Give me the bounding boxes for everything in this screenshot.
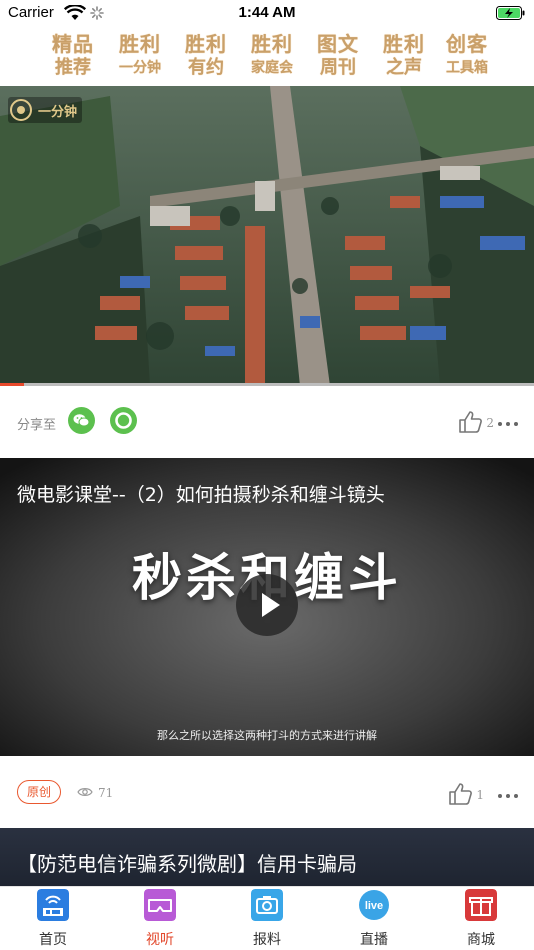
like-count: 1 <box>476 788 484 802</box>
like-icon[interactable] <box>448 782 474 806</box>
wechat-icon <box>73 414 90 427</box>
wechat-share-button[interactable] <box>68 407 95 434</box>
category-weekly[interactable]: 图文 周刊 <box>307 32 369 84</box>
play-icon <box>262 593 280 617</box>
category-featured[interactable]: 精品 推荐 <box>42 32 104 84</box>
like-icon[interactable] <box>458 410 484 434</box>
category-voice[interactable]: 胜利 之声 <box>373 32 435 84</box>
share-label: 分享至 <box>17 418 57 433</box>
tab-report[interactable]: 报料 <box>214 887 320 950</box>
tab-home[interactable]: 首页 <box>0 887 106 950</box>
like-count: 2 <box>486 416 494 430</box>
channel-logo-text: 一分钟 <box>38 105 78 120</box>
original-badge: 原创 <box>17 780 61 804</box>
svg-text:live: live <box>365 900 383 912</box>
tab-label: 首页 <box>39 932 67 948</box>
category-family[interactable]: 胜利 家庭会 <box>241 32 303 84</box>
tab-label: 直播 <box>360 932 388 948</box>
eye-icon <box>77 788 93 796</box>
camera-logo-icon <box>10 99 32 121</box>
video-thumbnail-aerial <box>0 86 534 386</box>
clock: 1:44 AM <box>238 4 296 21</box>
category-nav: 精品 推荐 胜利 一分钟 胜利 有约 胜利 家庭会 图文 周刊 胜利 之声 创客… <box>0 28 534 86</box>
status-bar: Carrier 1:44 AM <box>0 0 534 28</box>
tab-label: 视听 <box>146 932 174 948</box>
more-options-icon[interactable] <box>498 422 518 426</box>
news-icon <box>37 889 69 921</box>
category-maker[interactable]: 创客 工具箱 <box>436 32 498 84</box>
video-title: 微电影课堂--（2）如何拍摄秒杀和缠斗镜头 <box>17 484 385 506</box>
gift-icon <box>465 889 497 921</box>
play-button[interactable] <box>236 574 298 636</box>
video-card-micro-film-class[interactable]: 微电影课堂--（2）如何拍摄秒杀和缠斗镜头 秒杀和缠斗 那么之所以选择这两种打斗… <box>0 458 534 756</box>
category-appointment[interactable]: 胜利 有约 <box>175 32 237 84</box>
more-options-icon[interactable] <box>498 794 518 798</box>
video-card-fraud-drama[interactable]: 【防范电信诈骗系列微剧】信用卡骗局 <box>0 828 534 888</box>
category-one-minute[interactable]: 胜利 一分钟 <box>109 32 171 84</box>
live-icon: live <box>359 890 389 920</box>
tab-label: 商城 <box>467 932 495 948</box>
video-meta-row: 原创 71 1 <box>0 756 534 828</box>
video-title: 【防范电信诈骗系列微剧】信用卡骗局 <box>17 852 357 876</box>
tab-audio-video[interactable]: 视听 <box>107 887 213 950</box>
video-subtitle: 那么之所以选择这两种打斗的方式来进行讲解 <box>157 729 377 742</box>
tab-mall[interactable]: 商城 <box>428 887 534 950</box>
view-count: 71 <box>98 786 114 800</box>
moments-share-button[interactable] <box>110 407 137 434</box>
camera-icon <box>251 889 283 921</box>
moments-icon <box>115 412 132 429</box>
tab-live[interactable]: live 直播 <box>321 887 427 950</box>
battery-charging-icon <box>496 6 525 20</box>
tab-bar: 首页 视听 报料 live 直播 商城 <box>0 886 534 950</box>
share-row: 分享至 2 <box>0 386 534 458</box>
video-player-aerial-village[interactable]: 一分钟 <box>0 86 534 386</box>
tab-label: 报料 <box>253 932 281 948</box>
vr-glasses-icon <box>144 889 176 921</box>
channel-logo: 一分钟 <box>8 97 82 123</box>
